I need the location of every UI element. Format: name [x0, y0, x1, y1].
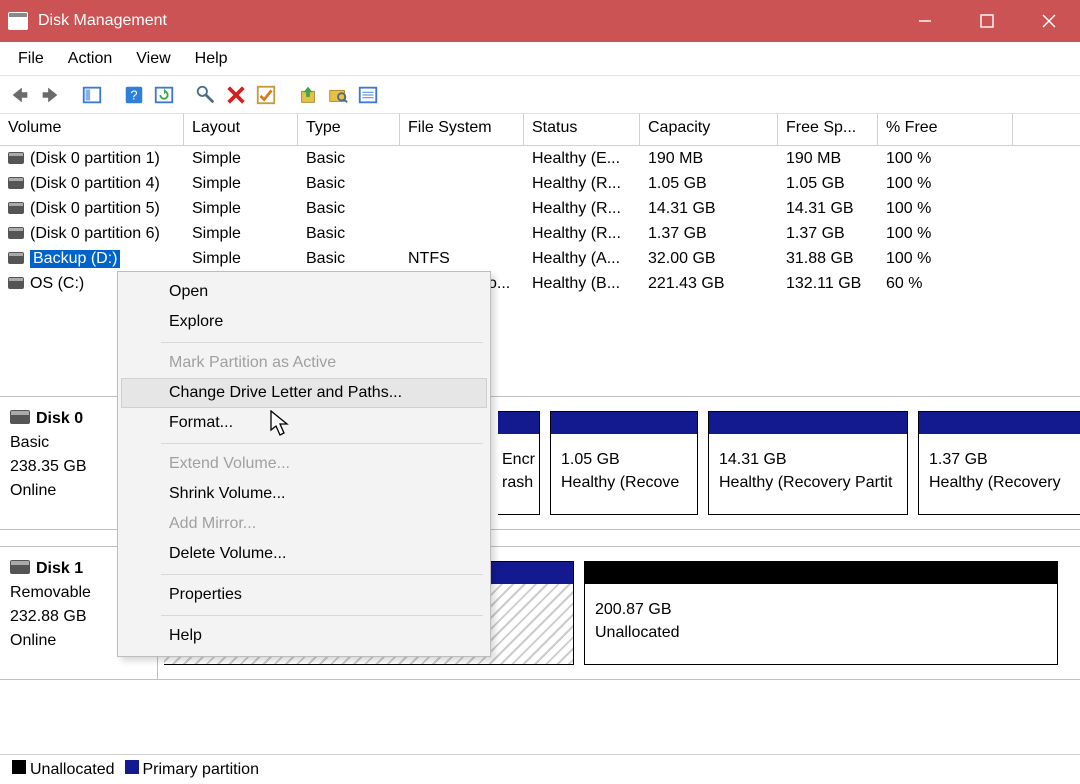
list-button[interactable] — [354, 81, 382, 109]
col-status[interactable]: Status — [524, 114, 640, 145]
partition-size: 1.37 GB — [929, 448, 1080, 471]
menubar: File Action View Help — [0, 42, 1080, 76]
col-capacity[interactable]: Capacity — [640, 114, 778, 145]
table-row[interactable]: (Disk 0 partition 5)SimpleBasicHealthy (… — [0, 196, 1080, 221]
help-button[interactable]: ? — [120, 81, 148, 109]
partition[interactable]: 1.05 GB Healthy (Recove — [550, 411, 698, 515]
partition-size: 200.87 GB — [595, 598, 1047, 621]
menu-item[interactable]: Delete Volume... — [121, 539, 487, 569]
menu-item: Mark Partition as Active — [121, 348, 487, 378]
show-panel-button[interactable] — [78, 81, 106, 109]
back-button[interactable] — [6, 81, 34, 109]
table-row[interactable]: (Disk 0 partition 4)SimpleBasicHealthy (… — [0, 171, 1080, 196]
col-free[interactable]: Free Sp... — [778, 114, 878, 145]
toolbar: ? — [0, 76, 1080, 114]
menu-action[interactable]: Action — [56, 46, 124, 72]
menu-separator — [161, 342, 483, 343]
delete-button[interactable] — [222, 81, 250, 109]
menu-item[interactable]: Change Drive Letter and Paths... — [121, 378, 487, 408]
search-folder-button[interactable] — [324, 81, 352, 109]
check-button[interactable] — [252, 81, 280, 109]
menu-view[interactable]: View — [124, 46, 182, 72]
window-title: Disk Management — [38, 12, 167, 30]
col-type[interactable]: Type — [298, 114, 400, 145]
col-filesystem[interactable]: File System — [400, 114, 524, 145]
col-volume[interactable]: Volume — [0, 114, 184, 145]
swatch-primary — [125, 760, 139, 774]
menu-item[interactable]: Open — [121, 277, 487, 307]
table-row[interactable]: (Disk 0 partition 6)SimpleBasicHealthy (… — [0, 221, 1080, 246]
table-row[interactable]: (Disk 0 partition 1)SimpleBasicHealthy (… — [0, 146, 1080, 171]
legend-label: Unallocated — [30, 761, 115, 778]
menu-item: Extend Volume... — [121, 449, 487, 479]
maximize-button[interactable] — [956, 0, 1018, 42]
close-button[interactable] — [1018, 0, 1080, 42]
drive-icon — [10, 560, 30, 574]
partition-status: Healthy (Recovery — [929, 471, 1080, 494]
legend-label: Primary partition — [143, 761, 259, 778]
col-pct[interactable]: % Free — [878, 114, 1013, 145]
forward-button[interactable] — [36, 81, 64, 109]
disk-title: Disk 1 — [36, 560, 83, 577]
settings-button[interactable] — [192, 81, 220, 109]
menu-item[interactable]: Format... — [121, 408, 487, 438]
partition[interactable]: 14.31 GB Healthy (Recovery Partit — [708, 411, 908, 515]
menu-separator — [161, 574, 483, 575]
partition[interactable]: 1.37 GB Healthy (Recovery — [918, 411, 1080, 515]
col-layout[interactable]: Layout — [184, 114, 298, 145]
legend: Unallocated Primary partition — [0, 754, 1080, 784]
menu-file[interactable]: File — [6, 46, 56, 72]
partition-status: Unallocated — [595, 621, 1047, 644]
menu-item: Add Mirror... — [121, 509, 487, 539]
partition-text: rash — [502, 471, 529, 494]
svg-text:?: ? — [130, 87, 137, 102]
menu-item[interactable]: Shrink Volume... — [121, 479, 487, 509]
partition-text: Encr — [502, 448, 529, 471]
menu-help[interactable]: Help — [183, 46, 240, 72]
disk-title: Disk 0 — [36, 410, 83, 427]
app-icon — [8, 12, 28, 30]
drive-icon — [10, 410, 30, 424]
titlebar[interactable]: Disk Management — [0, 0, 1080, 42]
partition-clipped[interactable]: Encr rash — [498, 411, 540, 515]
swatch-unallocated — [12, 760, 26, 774]
partition-size: 1.05 GB — [561, 448, 687, 471]
menu-item[interactable]: Explore — [121, 307, 487, 337]
partition-unallocated[interactable]: 200.87 GB Unallocated — [584, 561, 1058, 665]
menu-separator — [161, 615, 483, 616]
menu-separator — [161, 443, 483, 444]
refresh-button[interactable] — [150, 81, 178, 109]
partition-status: Healthy (Recovery Partit — [719, 471, 897, 494]
menu-item[interactable]: Help — [121, 621, 487, 651]
up-arrow-button[interactable] — [294, 81, 322, 109]
menu-item[interactable]: Properties — [121, 580, 487, 610]
partition-size: 14.31 GB — [719, 448, 897, 471]
partition-status: Healthy (Recove — [561, 471, 687, 494]
volume-list-header: Volume Layout Type File System Status Ca… — [0, 114, 1080, 146]
table-row[interactable]: Backup (D:)SimpleBasicNTFSHealthy (A...3… — [0, 246, 1080, 271]
context-menu[interactable]: OpenExplore Mark Partition as ActiveChang… — [117, 271, 491, 657]
minimize-button[interactable] — [894, 0, 956, 42]
